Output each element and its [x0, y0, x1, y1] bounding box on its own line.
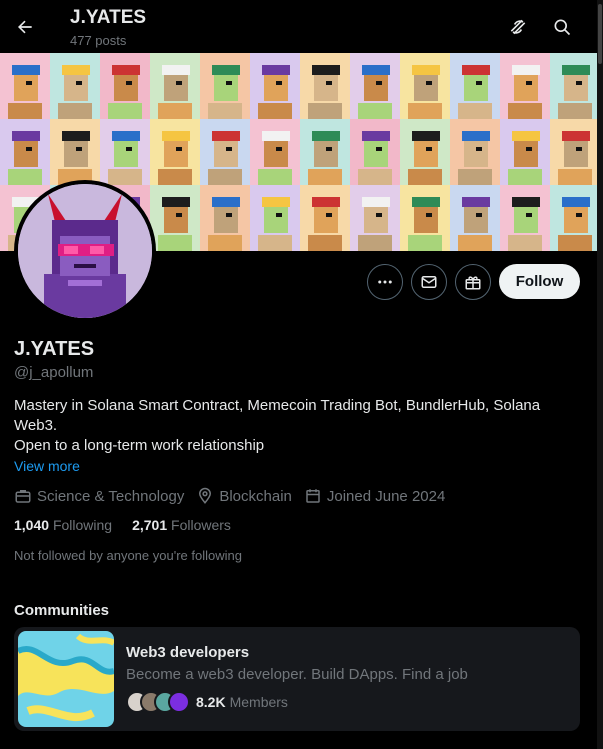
top-bar: J.YATES 477 posts — [0, 0, 597, 53]
bio-line-2: Open to a long-term work relationship — [14, 437, 265, 454]
profile-stats: 1,040 Following 2,701 Followers — [14, 517, 251, 533]
location-pin-icon — [199, 487, 212, 504]
meta-location: Blockchain — [196, 487, 292, 505]
member-avatar — [168, 691, 190, 713]
avatar[interactable] — [14, 180, 156, 322]
members-count: 8.2K — [196, 694, 226, 710]
posts-count: 477 posts — [70, 33, 127, 48]
community-card[interactable]: Web3 developers Become a web3 developer.… — [14, 627, 580, 731]
profile-handle: @j_apollum — [14, 364, 94, 381]
search-icon — [554, 19, 571, 36]
grok-button[interactable] — [501, 10, 535, 44]
follow-button[interactable]: Follow — [499, 264, 580, 299]
community-cover-image — [18, 631, 114, 727]
followers-count: 2,701 — [132, 517, 168, 533]
community-name: Web3 developers — [126, 644, 250, 661]
avatar-image — [18, 184, 152, 318]
meta-joined: Joined June 2024 — [304, 487, 445, 505]
following-link[interactable]: 1,040 Following — [14, 517, 112, 533]
view-more-link[interactable]: View more — [14, 458, 80, 474]
meta-category: Science & Technology — [14, 487, 184, 505]
members-label: Members — [229, 694, 288, 710]
more-options-button[interactable] — [367, 264, 403, 300]
profile-bio: Mastery in Solana Smart Contract, Memeco… — [14, 396, 584, 456]
more-icon — [378, 280, 392, 284]
gift-icon — [465, 276, 481, 290]
subscribe-button[interactable] — [455, 264, 491, 300]
community-image — [18, 631, 114, 727]
page-title: J.YATES — [70, 7, 147, 28]
message-button[interactable] — [411, 264, 447, 300]
arrow-left-icon — [18, 20, 32, 34]
back-button[interactable] — [8, 10, 42, 44]
following-label: Following — [52, 517, 113, 533]
category-label: Science & Technology — [37, 487, 185, 505]
joined-label: Joined June 2024 — [326, 487, 446, 505]
mail-icon — [421, 276, 437, 288]
scrollbar-track[interactable] — [597, 0, 603, 749]
not-followed-notice: Not followed by anyone you're following — [14, 548, 242, 563]
followers-link[interactable]: 2,701 Followers — [132, 517, 231, 533]
search-button[interactable] — [545, 10, 579, 44]
grok-icon — [510, 19, 526, 35]
bio-line-1: Mastery in Solana Smart Contract, Memeco… — [14, 397, 541, 434]
briefcase-icon — [15, 490, 31, 503]
calendar-icon — [306, 489, 320, 503]
communities-heading: Communities — [14, 602, 110, 619]
profile-name: J.YATES — [14, 338, 95, 360]
community-members: 8.2K Members — [126, 691, 288, 713]
following-count: 1,040 — [14, 517, 50, 533]
community-description: Become a web3 developer. Build DApps. Fi… — [126, 666, 468, 683]
profile-meta: Science & Technology Blockchain Joined J… — [14, 486, 457, 506]
location-label: Blockchain — [219, 487, 292, 505]
followers-label: Followers — [171, 517, 231, 533]
scrollbar-thumb[interactable] — [598, 4, 602, 64]
